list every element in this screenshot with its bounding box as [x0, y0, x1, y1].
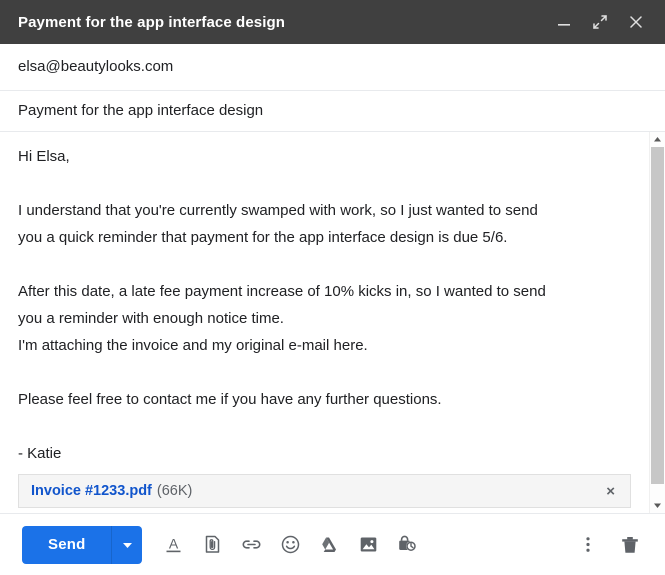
body-line	[18, 359, 631, 386]
scrollbar-track[interactable]	[650, 147, 665, 498]
compose-title: Payment for the app interface design	[18, 13, 285, 31]
subject-value: Payment for the app interface design	[18, 102, 264, 119]
expand-icon	[593, 15, 607, 29]
body-line	[18, 251, 631, 278]
message-body-input[interactable]: Hi Elsa, I understand that you're curren…	[0, 132, 649, 513]
body-line: Please feel free to contact me if you ha…	[18, 391, 442, 408]
insert-link-icon	[242, 540, 261, 549]
scrollbar-thumb[interactable]	[651, 147, 664, 484]
minimize-icon	[558, 24, 570, 26]
body-line	[18, 170, 631, 197]
body-line: Hi Elsa,	[18, 148, 70, 165]
body-line: - Katie	[18, 445, 62, 462]
more-options-icon	[586, 537, 590, 552]
confidential-mode-icon	[399, 535, 416, 552]
insert-photo-button[interactable]	[353, 530, 383, 560]
attachment-chip[interactable]: Invoice #1233.pdf (66K) ×	[18, 474, 631, 508]
discard-draft-button[interactable]	[615, 530, 645, 560]
scroll-up-arrow-icon[interactable]	[650, 132, 665, 147]
body-scrollbar[interactable]	[649, 132, 665, 513]
svg-text:A: A	[169, 536, 179, 552]
send-button-group[interactable]: Send	[22, 525, 143, 564]
chevron-down-icon	[122, 542, 132, 548]
attachment-filename[interactable]: Invoice #1233.pdf	[31, 483, 152, 499]
confidential-mode-button[interactable]	[392, 530, 422, 560]
body-line	[18, 413, 631, 440]
attach-file-icon	[205, 535, 220, 553]
chevron-up-icon	[654, 137, 661, 142]
attachment-size: (66K)	[156, 483, 193, 499]
close-icon	[630, 16, 642, 28]
body-line: I'm attaching the invoice and my origina…	[18, 337, 368, 354]
compose-titlebar: Payment for the app interface design	[0, 0, 665, 44]
body-line: I understand that you're currently swamp…	[18, 202, 538, 219]
close-button[interactable]	[621, 7, 651, 37]
message-body-area: Hi Elsa, I understand that you're curren…	[0, 131, 665, 513]
insert-link-button[interactable]	[236, 530, 266, 560]
recipient-field[interactable]: elsa@beautylooks.com	[0, 44, 665, 91]
insert-photo-icon	[360, 537, 377, 552]
insert-drive-file-icon	[322, 537, 337, 552]
chevron-down-icon	[654, 503, 661, 508]
formatting-options-button[interactable]: A	[158, 530, 188, 560]
send-button[interactable]: Send	[22, 526, 111, 564]
body-line: After this date, a late fee payment incr…	[18, 283, 546, 300]
body-line: you a reminder with enough notice time.	[18, 310, 284, 327]
insert-drive-file-button[interactable]	[314, 530, 344, 560]
body-line: you a quick reminder that payment for th…	[18, 229, 508, 246]
recipient-value: elsa@beautylooks.com	[18, 58, 174, 75]
compose-window: Payment for the app interface design els…	[0, 0, 665, 575]
send-button-label: Send	[48, 536, 86, 553]
more-options-button[interactable]	[573, 530, 603, 560]
compose-toolbar: Send A	[0, 513, 665, 575]
attach-file-button[interactable]	[197, 530, 227, 560]
send-options-button[interactable]	[112, 526, 142, 564]
insert-emoji-button[interactable]	[275, 530, 305, 560]
attachment-remove-icon[interactable]: ×	[601, 481, 620, 502]
insert-emoji-icon	[281, 535, 300, 554]
minimize-button[interactable]	[549, 7, 579, 37]
expand-button[interactable]	[585, 7, 615, 37]
titlebar-actions	[549, 7, 651, 37]
scroll-down-arrow-icon[interactable]	[650, 498, 665, 513]
formatting-options-icon: A	[166, 536, 181, 553]
toolbar-right-group	[573, 530, 645, 560]
discard-draft-icon	[622, 536, 638, 553]
toolbar-icon-group: A	[158, 530, 422, 560]
subject-field[interactable]: Payment for the app interface design	[0, 91, 665, 131]
